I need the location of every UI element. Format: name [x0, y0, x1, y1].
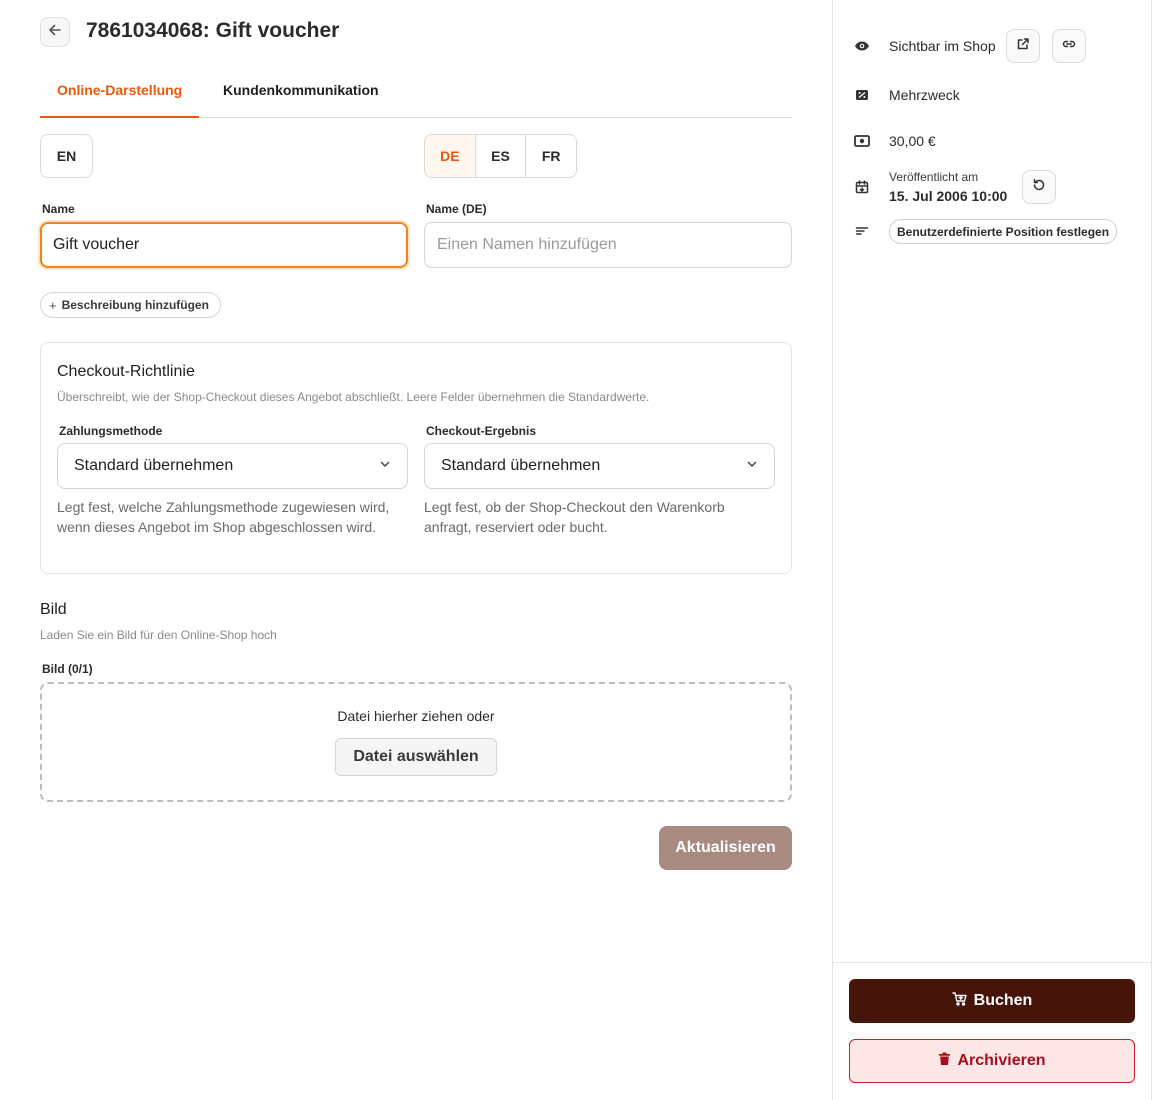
image-section-title: Bild [40, 601, 67, 618]
tab-bar: Online-Darstellung Kundenkommunikation [40, 70, 792, 118]
checkout-result-value: Standard übernehmen [441, 457, 601, 474]
checkout-result-label: Checkout-Ergebnis [426, 424, 537, 438]
sidebar-footer: Buchen Archivieren [833, 962, 1151, 1100]
name-de-input[interactable] [424, 222, 792, 268]
banknote-icon [853, 132, 871, 150]
name-input[interactable] [40, 222, 408, 268]
language-es-button[interactable]: ES [475, 135, 527, 177]
published-date: 15. Jul 2006 10:00 [889, 188, 1008, 204]
payment-method-select[interactable]: Standard übernehmen [57, 443, 408, 489]
name-de-label: Name (DE) [426, 202, 487, 216]
reset-publish-date-button[interactable] [1022, 170, 1056, 204]
rotate-ccw-icon [1032, 178, 1046, 197]
open-in-shop-button[interactable] [1006, 29, 1040, 63]
tab-online-darstellung[interactable]: Online-Darstellung [40, 70, 199, 118]
calendar-icon [853, 178, 871, 196]
image-dropzone[interactable]: Datei hierher ziehen oder Datei auswähle… [40, 682, 792, 802]
chevron-down-icon [746, 457, 758, 475]
arrow-left-icon [47, 22, 63, 43]
payment-method-label: Zahlungsmethode [59, 424, 163, 438]
voucher-icon [853, 86, 871, 104]
link-icon [1062, 37, 1076, 56]
book-button[interactable]: Buchen [849, 979, 1135, 1023]
set-custom-position-button[interactable]: Benutzerdefinierte Position festlegen [889, 219, 1118, 244]
checkout-policy-card: Checkout-Richtlinie Überschreibt, wie de… [40, 342, 792, 574]
main-panel: 7861034068: Gift voucher Online-Darstell… [0, 0, 832, 1100]
external-link-icon [1016, 37, 1030, 56]
checkout-result-help: Legt fest, ob der Shop-Checkout den Ware… [424, 499, 725, 535]
archive-label: Archivieren [957, 1052, 1046, 1069]
chevron-down-icon [379, 457, 391, 475]
book-label: Buchen [973, 992, 1033, 1009]
price-label: 30,00 € [889, 133, 936, 149]
tab-kundenkommunikation[interactable]: Kundenkommunikation [223, 70, 379, 118]
sort-icon [853, 222, 871, 240]
language-toggle-group: DE ES FR [424, 134, 577, 178]
language-fr-button[interactable]: FR [526, 135, 576, 177]
update-button[interactable]: Aktualisieren [659, 826, 792, 870]
payment-method-help: Legt fest, welche Zahlungsmethode zugewi… [57, 499, 390, 535]
add-description-label: Beschreibung hinzufügen [61, 298, 209, 312]
language-en-button[interactable]: EN [40, 134, 93, 178]
checkout-policy-title: Checkout-Richtlinie [57, 363, 195, 380]
cart-plus-icon [951, 991, 968, 1012]
back-button[interactable] [40, 17, 70, 47]
details-sidebar: Sichtbar im Shop Mehrzweck 30,00 € Veröf… [832, 0, 1152, 1100]
plus-icon: + [49, 297, 57, 313]
copy-link-button[interactable] [1052, 29, 1086, 63]
checkout-policy-subtitle: Überschreibt, wie der Shop-Checkout dies… [57, 390, 650, 404]
voucher-type-label: Mehrzweck [889, 87, 960, 103]
visibility-label: Sichtbar im Shop [889, 38, 996, 54]
image-field-label: Bild (0/1) [42, 662, 93, 676]
checkout-result-select[interactable]: Standard übernehmen [424, 443, 775, 489]
published-label: Veröffentlicht am [889, 170, 979, 184]
eye-icon [853, 37, 871, 55]
language-de-button[interactable]: DE [425, 135, 476, 177]
trash-icon [938, 1052, 951, 1071]
dropzone-text: Datei hierher ziehen oder [337, 708, 495, 724]
name-label: Name [42, 202, 75, 216]
page-title: 7861034068: Gift voucher [86, 19, 340, 42]
add-description-button[interactable]: + Beschreibung hinzufügen [40, 292, 221, 318]
payment-method-value: Standard übernehmen [74, 457, 234, 474]
choose-file-button[interactable]: Datei auswählen [335, 738, 497, 776]
image-section-subtitle: Laden Sie ein Bild für den Online-Shop h… [40, 628, 277, 642]
archive-button[interactable]: Archivieren [849, 1039, 1135, 1083]
